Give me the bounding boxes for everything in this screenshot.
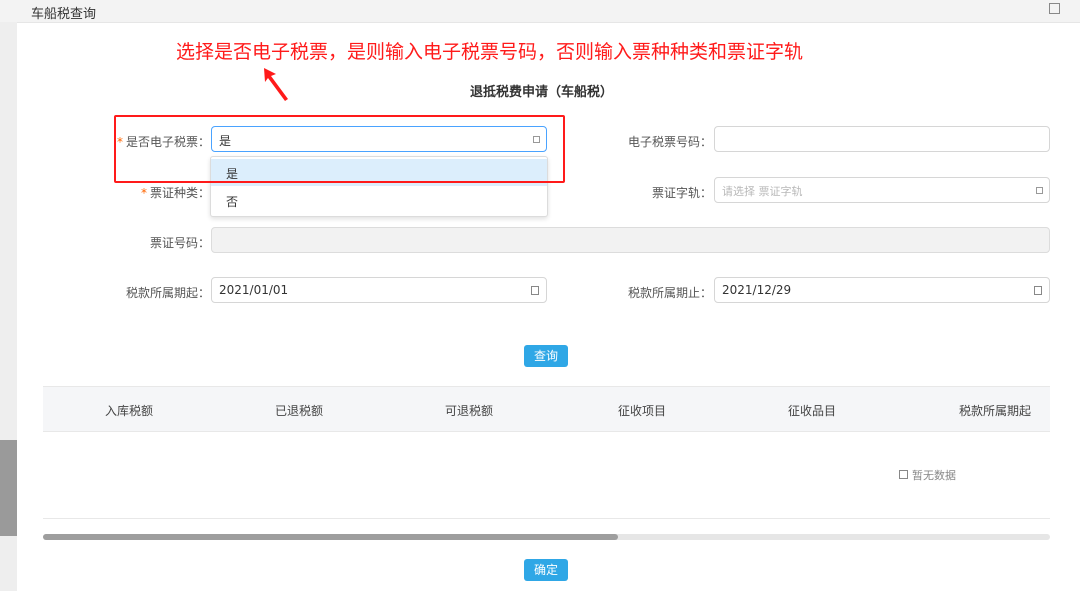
background-strip xyxy=(0,22,17,591)
annotation-text: 选择是否电子税票，是则输入电子税票号码，否则输入票种种类和票证字轨 xyxy=(176,41,804,63)
horizontal-scrollbar-thumb[interactable] xyxy=(43,534,618,540)
dropdown-option-no[interactable]: 否 xyxy=(211,187,547,214)
result-table-header: 入库税额 已退税额 可退税额 征收项目 征收品目 税款所属期起 xyxy=(43,386,1050,432)
table-divider xyxy=(43,518,1050,519)
column-header: 税款所属期起 xyxy=(959,404,1032,418)
e-ticket-no-label: 电子税票号码： xyxy=(627,135,712,149)
ticket-track-placeholder: 请选择 票证字轨 xyxy=(722,185,803,198)
calendar-icon xyxy=(1034,286,1042,295)
annotation-arrow-icon xyxy=(264,68,288,101)
period-start-value: 2021/01/01 xyxy=(219,283,289,297)
calendar-icon xyxy=(531,286,539,295)
required-mark: * xyxy=(140,186,147,200)
period-start-label: 税款所属期起： xyxy=(125,286,210,300)
period-end-value: 2021/12/29 xyxy=(722,283,792,297)
maximize-icon[interactable] xyxy=(1049,3,1060,14)
period-start-input[interactable]: 2021/01/01 xyxy=(211,277,547,303)
confirm-button[interactable]: 确定 xyxy=(524,559,568,581)
empty-data-icon xyxy=(899,470,908,479)
ticket-track-label: 票证字轨： xyxy=(651,186,712,200)
window-titlebar: 车船税查询 xyxy=(0,0,1080,23)
column-header: 可退税额 xyxy=(445,404,494,418)
form-title: 退抵税费申请（车船税） xyxy=(470,85,614,100)
column-header: 入库税额 xyxy=(105,404,154,418)
background-strip-shade xyxy=(0,440,17,536)
column-header: 征收品目 xyxy=(788,404,837,418)
query-button[interactable]: 查询 xyxy=(524,345,568,367)
empty-state: 暂无数据 xyxy=(899,467,956,483)
ticket-track-select[interactable]: 请选择 票证字轨 xyxy=(714,177,1050,203)
column-header: 已退税额 xyxy=(275,404,324,418)
ticket-no-input[interactable] xyxy=(211,227,1050,253)
e-ticket-no-input[interactable] xyxy=(714,126,1050,152)
column-header: 征收项目 xyxy=(618,404,667,418)
select-caret-icon xyxy=(1036,187,1043,194)
ticket-type-label: * 票证种类： xyxy=(140,186,210,200)
annotation-highlight-box xyxy=(114,115,565,183)
period-end-input[interactable]: 2021/12/29 xyxy=(714,277,1050,303)
window-title: 车船税查询 xyxy=(31,7,97,22)
period-end-label: 税款所属期止： xyxy=(627,286,712,300)
ticket-no-label: 票证号码： xyxy=(149,236,210,250)
